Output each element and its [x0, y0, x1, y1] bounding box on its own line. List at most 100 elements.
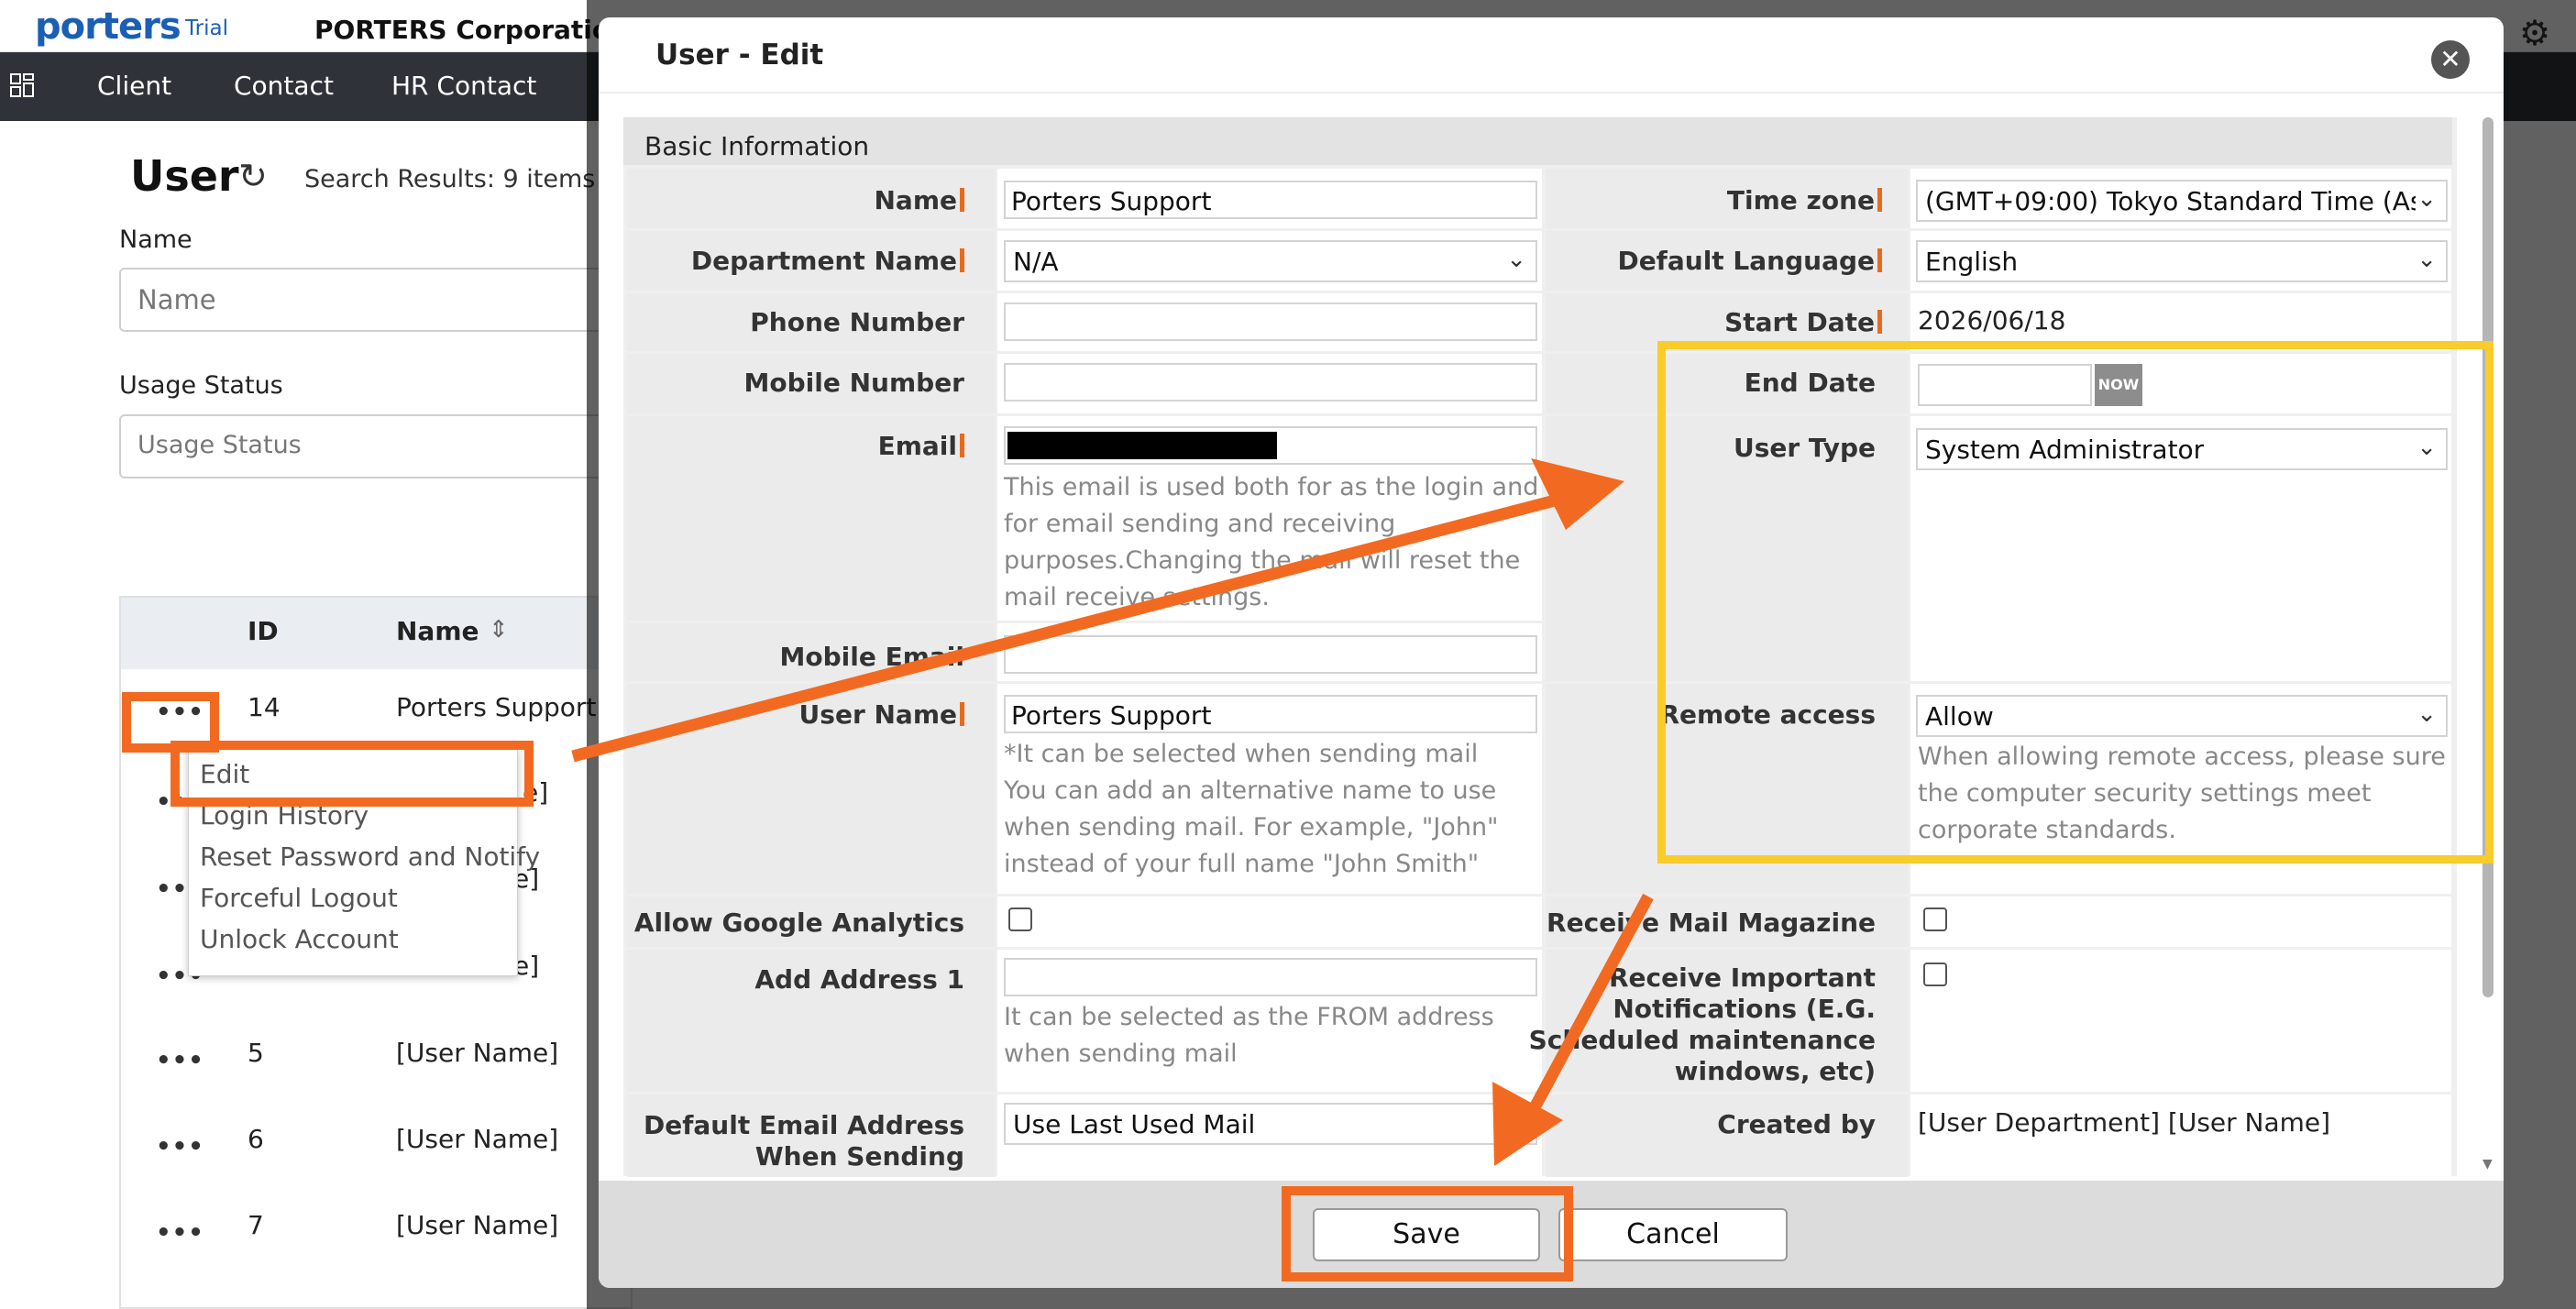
table-header — [121, 598, 634, 669]
refresh-icon[interactable]: ↻ — [238, 156, 268, 196]
row-actions-button[interactable]: ••• — [156, 1047, 204, 1074]
row-divider — [627, 894, 2451, 896]
start-date-label: Start Date — [1724, 307, 1882, 337]
timezone-label-text: Time zone — [1726, 185, 1875, 215]
row-divider — [627, 1092, 2451, 1094]
mobile-email-label: Mobile Email — [779, 642, 964, 672]
department-select-value: N/A — [1013, 247, 1059, 277]
user-name-label-text: User Name — [798, 699, 957, 730]
name-label-text: Name — [874, 185, 958, 215]
add-address-label: Add Address 1 — [754, 964, 964, 995]
nav-contact[interactable]: Contact — [234, 71, 334, 101]
mobile-label: Mobile Number — [743, 368, 964, 398]
close-icon[interactable]: ✕ — [2431, 40, 2470, 79]
important-notifications-label: Receive Important Notifications (E.G. Sc… — [1528, 962, 1876, 1086]
language-select[interactable]: English ⌄ — [1916, 240, 2448, 282]
email-label: Email — [878, 431, 964, 461]
row-id: 5 — [248, 1038, 264, 1068]
default-email-select[interactable]: Use Last Used Mail ⌄ — [1004, 1103, 1537, 1145]
row-divider — [627, 291, 2451, 293]
phone-input[interactable] — [1004, 302, 1537, 341]
row-id: 7 — [248, 1210, 264, 1240]
start-date-label-text: Start Date — [1724, 307, 1875, 337]
row-id: 6 — [248, 1124, 264, 1154]
menu-item-forceful-logout[interactable]: Forceful Logout — [200, 883, 398, 913]
column-header-name[interactable]: Name — [396, 616, 479, 646]
department-select[interactable]: N/A ⌄ — [1004, 240, 1537, 282]
row-divider — [627, 621, 1542, 623]
timezone-label: Time zone — [1727, 185, 1882, 215]
chevron-down-icon: ⌄ — [1506, 246, 1526, 273]
name-filter-input[interactable]: Name — [119, 268, 614, 332]
start-date-value: 2026/06/18 — [1918, 305, 2066, 336]
menu-item-reset-password[interactable]: Reset Password and Notify — [200, 842, 540, 872]
row-name[interactable]: Porters Support — [396, 692, 596, 722]
required-marker — [960, 702, 964, 726]
department-label-text: Department Name — [690, 246, 957, 276]
grid-menu-icon[interactable] — [9, 72, 35, 98]
section-header — [623, 117, 2452, 165]
chevron-down-icon: ⌄ — [1506, 1108, 1526, 1136]
created-by-value: [User Department] [User Name] — [1918, 1107, 2331, 1138]
row-name[interactable]: [User Name] — [396, 1124, 558, 1154]
plan-badge: Trial — [185, 16, 228, 40]
modal-title: User - Edit — [655, 38, 824, 72]
required-marker — [960, 188, 964, 212]
default-email-value: Use Last Used Mail — [1013, 1109, 1256, 1139]
language-label: Default Language — [1617, 246, 1882, 276]
timezone-select[interactable]: (GMT+09:00) Tokyo Standard Time (Asia/To… — [1916, 180, 2448, 222]
section-title: Basic Information — [644, 131, 870, 161]
nav-client[interactable]: Client — [97, 71, 171, 101]
usage-status-input[interactable]: Usage Status — [119, 414, 614, 478]
row-divider — [627, 947, 2451, 950]
required-marker — [960, 248, 964, 272]
user-name-help-text: *It can be selected when sending mail Yo… — [1004, 740, 1499, 878]
important-notifications-checkbox[interactable] — [1923, 962, 1947, 986]
chevron-down-icon: ⌄ — [2416, 246, 2437, 273]
scroll-down-icon[interactable]: ▼ — [2482, 1157, 2493, 1172]
mobile-email-input[interactable] — [1004, 635, 1537, 674]
user-name-input[interactable]: Porters Support — [1004, 695, 1537, 733]
chevron-down-icon: ⌄ — [2416, 185, 2437, 213]
mobile-input[interactable] — [1004, 363, 1537, 402]
analytics-label: Allow Google Analytics — [633, 908, 964, 938]
row-name[interactable]: [User Name] — [396, 1038, 558, 1068]
name-input[interactable]: Porters Support — [1004, 181, 1537, 219]
required-marker — [1877, 188, 1882, 212]
modal-divider — [599, 92, 2504, 94]
add-address-help-text: It can be selected as the FROM address w… — [1004, 1003, 1494, 1068]
language-label-text: Default Language — [1617, 246, 1875, 276]
email-help-text: This email is used both for as the login… — [1004, 473, 1539, 611]
add-address-input[interactable] — [1004, 958, 1537, 996]
row-divider — [627, 228, 2451, 231]
highlight-save-button — [1282, 1186, 1573, 1282]
usage-status-label: Usage Status — [119, 371, 283, 400]
row-actions-button[interactable]: ••• — [156, 1219, 204, 1247]
email-label-text: Email — [877, 431, 957, 461]
email-input[interactable] — [1004, 426, 1537, 465]
mail-magazine-label: Receive Mail Magazine — [1547, 908, 1876, 938]
name-label: Name — [874, 185, 964, 215]
highlight-user-settings — [1657, 341, 2493, 864]
analytics-checkbox[interactable] — [1008, 908, 1032, 931]
porters-logo[interactable]: porters — [35, 6, 182, 48]
default-email-label: Default Email Address When Sending — [644, 1110, 964, 1172]
timezone-value: (GMT+09:00) Tokyo Standard Time (Asia/To — [1925, 186, 2416, 216]
required-marker — [1877, 310, 1882, 334]
phone-label: Phone Number — [750, 307, 964, 337]
sort-icon[interactable]: ⇕ — [489, 616, 509, 644]
cancel-button[interactable]: Cancel — [1558, 1208, 1788, 1261]
page-title: User — [130, 151, 239, 201]
mail-magazine-checkbox[interactable] — [1923, 908, 1947, 931]
required-marker — [1877, 248, 1882, 272]
menu-item-unlock-account[interactable]: Unlock Account — [200, 924, 399, 954]
name-filter-label: Name — [119, 226, 193, 254]
row-actions-button[interactable]: ••• — [156, 1133, 204, 1160]
column-header-id[interactable]: ID — [248, 616, 279, 646]
search-results-count: Search Results: 9 items — [304, 165, 596, 193]
created-by-label: Created by — [1717, 1109, 1876, 1139]
user-name-label: User Name — [799, 699, 964, 730]
row-name[interactable]: [User Name] — [396, 1210, 558, 1240]
nav-hr-contact[interactable]: HR Contact — [391, 71, 536, 101]
row-id: 14 — [248, 692, 281, 722]
